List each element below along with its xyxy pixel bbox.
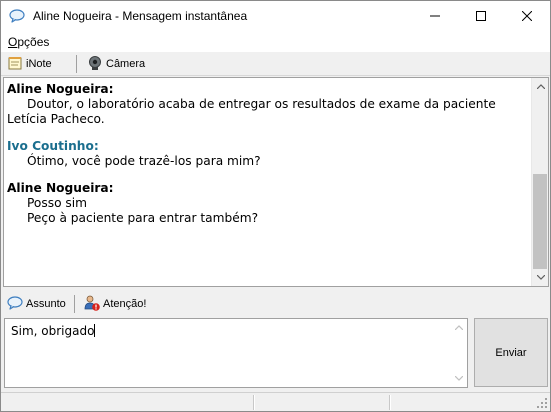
- message-text: Peço à paciente para entrar também?: [27, 211, 259, 225]
- chat-message: Aline Nogueira: Posso sim Peço à paciente …: [7, 181, 527, 226]
- status-divider: [389, 395, 391, 410]
- message-sender: Aline Nogueira:: [7, 82, 114, 96]
- history-scrollbar[interactable]: [531, 78, 548, 286]
- subject-label: Assunto: [26, 298, 66, 310]
- menu-options[interactable]: Opções: [8, 35, 49, 49]
- note-icon: [7, 55, 23, 74]
- status-bar: [1, 392, 550, 411]
- scroll-up-arrow-icon[interactable]: [450, 319, 467, 336]
- message-text: Ótimo, você pode trazê-los para mim?: [27, 154, 261, 168]
- conversation-history[interactable]: Aline Nogueira: Doutor, o laboratório aca…: [3, 77, 549, 287]
- menu-options-accel: O: [8, 35, 18, 49]
- attention-label: Atenção!: [103, 298, 147, 310]
- attention-user-icon: [84, 295, 100, 314]
- compose-toolbar: Assunto Atenção!: [1, 292, 550, 316]
- status-divider: [253, 395, 255, 410]
- message-input-text[interactable]: Sim, obrigado: [11, 324, 441, 338]
- message-sender: Ivo Coutinho:: [7, 139, 99, 153]
- chat-bubble-icon: [7, 295, 23, 313]
- toolbar-separator: [74, 295, 75, 313]
- resize-grip-icon[interactable]: [536, 397, 548, 409]
- menu-bar: Opções: [1, 32, 550, 52]
- scroll-up-arrow-icon[interactable]: [532, 78, 548, 95]
- subject-button[interactable]: Assunto: [7, 295, 66, 313]
- camera-label: Câmera: [106, 58, 146, 70]
- input-scrollbar[interactable]: [450, 319, 467, 387]
- message-input-value: Sim, obrigado: [11, 324, 95, 338]
- minimize-button[interactable]: [412, 1, 458, 31]
- menu-options-label: pções: [17, 35, 50, 49]
- im-window: Aline Nogueira - Mensagem instantânea Op…: [0, 0, 551, 412]
- message-text: Posso sim: [27, 196, 88, 210]
- chat-bubble-icon: [9, 9, 25, 23]
- scroll-down-arrow-icon[interactable]: [450, 370, 467, 387]
- toolbar-separator: [76, 55, 77, 73]
- window-title: Aline Nogueira - Mensagem instantânea: [33, 9, 248, 23]
- close-button[interactable]: [504, 1, 550, 31]
- camera-button[interactable]: Câmera: [87, 55, 145, 73]
- title-bar[interactable]: Aline Nogueira - Mensagem instantânea: [1, 1, 550, 32]
- attention-button[interactable]: Atenção!: [84, 295, 146, 313]
- message-sender: Aline Nogueira:: [7, 181, 114, 195]
- top-toolbar: iNote Câmera: [1, 52, 550, 76]
- message-text: Doutor, o laboratório acaba de entregar …: [7, 97, 496, 126]
- chat-message: Aline Nogueira: Doutor, o laboratório aca…: [7, 82, 527, 127]
- send-button[interactable]: Enviar: [474, 318, 548, 387]
- inote-label: iNote: [26, 58, 52, 70]
- webcam-icon: [87, 55, 103, 74]
- text-caret: [94, 324, 96, 337]
- maximize-button[interactable]: [458, 1, 504, 31]
- chat-message: Ivo Coutinho: Ótimo, você pode trazê-los …: [7, 139, 527, 169]
- scroll-thumb[interactable]: [533, 174, 547, 269]
- message-list: Aline Nogueira: Doutor, o laboratório aca…: [7, 82, 527, 238]
- message-input[interactable]: Sim, obrigado: [4, 318, 468, 388]
- scroll-down-arrow-icon[interactable]: [532, 269, 548, 286]
- inote-button[interactable]: iNote: [7, 55, 52, 73]
